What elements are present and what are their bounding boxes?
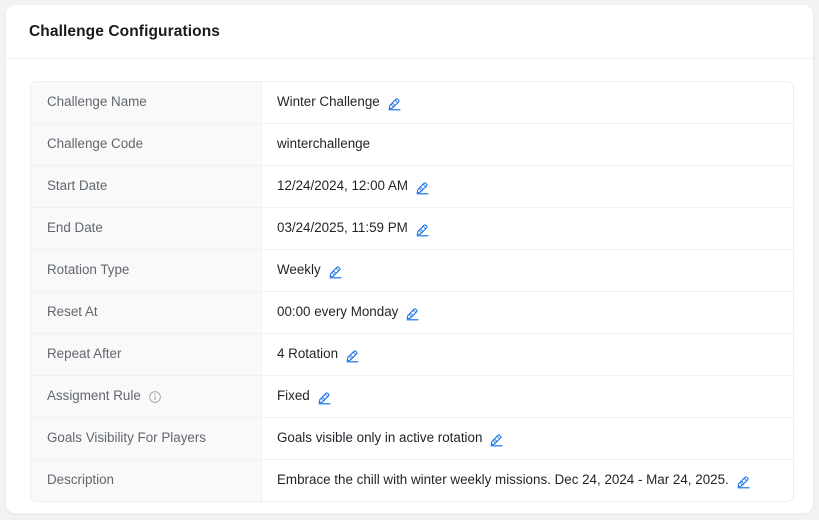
config-value-text: Embrace the chill with winter weekly mis… [277, 472, 729, 488]
config-value-cell: 4 Rotation [262, 334, 793, 375]
config-label-text: Challenge Name [47, 94, 147, 110]
config-label-text: Goals Visibility For Players [47, 430, 207, 446]
challenge-configurations-card: Challenge Configurations Challenge Name W… [5, 4, 814, 514]
edit-pencil-icon[interactable] [415, 222, 430, 237]
config-value-text: Winter Challenge [277, 94, 380, 110]
config-label-text: Reset At [47, 304, 98, 320]
config-value-text: Fixed [277, 388, 310, 404]
config-label-text: Start Date [47, 178, 108, 194]
config-label-cell: Repeat After [31, 334, 262, 375]
table-row: Repeat After 4 Rotation [31, 334, 793, 376]
config-label-cell: End Date [31, 208, 262, 249]
edit-pencil-icon[interactable] [387, 96, 402, 111]
config-value-text: 03/24/2025, 11:59 PM [277, 220, 408, 236]
info-circle-icon[interactable] [148, 390, 162, 404]
page-title: Challenge Configurations [29, 22, 220, 40]
config-value-cell: 12/24/2024, 12:00 AM [262, 166, 793, 207]
config-label-text: Challenge Code [47, 136, 144, 152]
configurations-table: Challenge Name Winter Challenge Challenge … [30, 81, 794, 502]
config-value-text: 4 Rotation [277, 346, 339, 362]
table-row: Challenge Name Winter Challenge [31, 82, 793, 124]
table-row: End Date 03/24/2025, 11:59 PM [31, 208, 793, 250]
table-row: Start Date 12/24/2024, 12:00 AM [31, 166, 793, 208]
config-value-text: Weekly [277, 262, 321, 278]
edit-pencil-icon[interactable] [345, 348, 360, 363]
config-label-cell: Rotation Type [31, 250, 262, 291]
table-row: Reset At 00:00 every Monday [31, 292, 793, 334]
config-value-text: Goals visible only in active rotation [277, 430, 483, 446]
config-value-text: winterchallenge [277, 136, 371, 152]
config-label-cell: Challenge Name [31, 82, 262, 123]
edit-pencil-icon[interactable] [405, 306, 420, 321]
table-row: Description Embrace the chill with winter… [31, 460, 793, 501]
card-header: Challenge Configurations [6, 5, 813, 59]
edit-pencil-icon[interactable] [736, 474, 751, 489]
table-row: Goals Visibility For Players Goals visibl… [31, 418, 793, 460]
config-label-text: Rotation Type [47, 262, 130, 278]
config-label-cell: Start Date [31, 166, 262, 207]
config-label-cell: Description [31, 460, 262, 501]
config-value-cell: Fixed [262, 376, 793, 417]
edit-pencil-icon[interactable] [489, 432, 504, 447]
config-value-cell: Winter Challenge [262, 82, 793, 123]
edit-pencil-icon[interactable] [415, 180, 430, 195]
config-value-text: 00:00 every Monday [277, 304, 399, 320]
config-value-cell: 03/24/2025, 11:59 PM [262, 208, 793, 249]
config-value-cell: Weekly [262, 250, 793, 291]
config-value-cell: Goals visible only in active rotation [262, 418, 793, 459]
config-label-cell: Challenge Code [31, 124, 262, 165]
page-root: Challenge Configurations Challenge Name W… [0, 0, 819, 520]
table-row: Rotation Type Weekly [31, 250, 793, 292]
config-label-text: End Date [47, 220, 103, 236]
config-label-text: Assigment Rule [47, 388, 141, 404]
config-value-text: 12/24/2024, 12:00 AM [277, 178, 409, 194]
edit-pencil-icon[interactable] [317, 390, 332, 405]
config-label-cell: Assigment Rule [31, 376, 262, 417]
config-value-cell: Embrace the chill with winter weekly mis… [262, 460, 793, 501]
config-value-cell: 00:00 every Monday [262, 292, 793, 333]
config-label-cell: Goals Visibility For Players [31, 418, 262, 459]
config-label-cell: Reset At [31, 292, 262, 333]
config-label-text: Description [47, 472, 114, 488]
table-row: Assigment Rule Fixed [31, 376, 793, 418]
edit-pencil-icon[interactable] [328, 264, 343, 279]
config-label-text: Repeat After [47, 346, 122, 362]
table-row: Challenge Code winterchallenge [31, 124, 793, 166]
card-body: Challenge Name Winter Challenge Challenge … [6, 59, 813, 502]
config-value-cell: winterchallenge [262, 124, 793, 165]
